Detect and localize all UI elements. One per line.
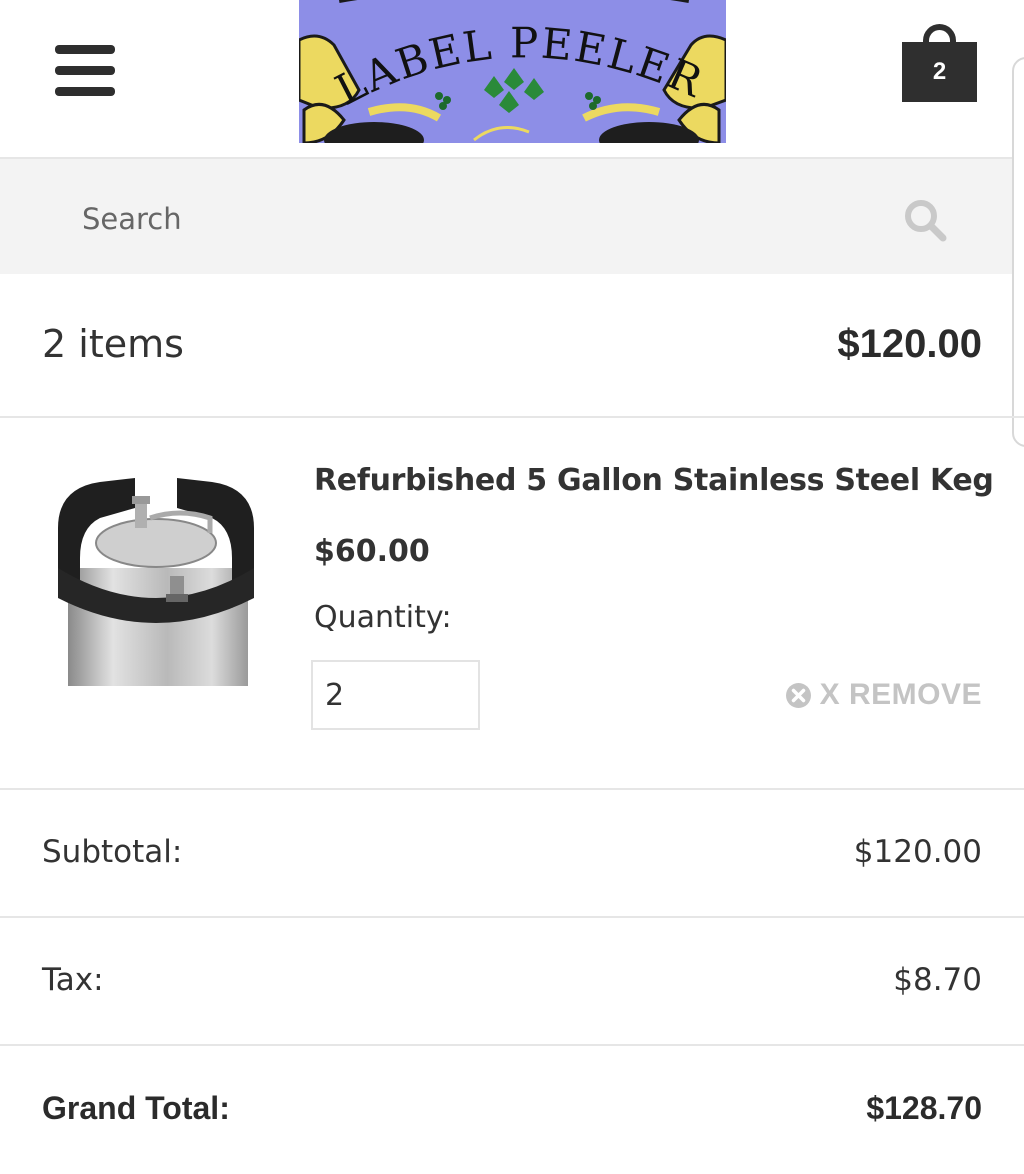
subtotal-value: $120.00 [853,834,982,870]
product-image[interactable] [40,458,272,686]
remove-label: X REMOVE [819,678,982,711]
grand-total-value: $128.70 [866,1090,982,1126]
product-price: $60.00 [314,534,430,569]
search-input[interactable] [82,199,782,239]
tax-row: Tax: $8.70 [0,918,1024,1046]
subtotal-label: Subtotal: [42,834,183,870]
cart-line-item: Refurbished 5 Gallon Stainless Steel Keg… [0,418,1024,790]
remove-circle-icon [785,682,811,708]
cart-total: $120.00 [837,322,982,366]
store-logo[interactable]: LABEL PEELERS [299,0,726,143]
quantity-input[interactable] [311,660,480,730]
search-icon[interactable] [902,197,948,243]
grand-total-label: Grand Total: [42,1090,230,1126]
menu-icon[interactable] [55,45,115,97]
search-bar [0,157,1012,274]
items-count: 2 items [42,322,184,366]
cart-count-badge: 2 [902,42,977,102]
remove-button[interactable]: X REMOVE [785,678,982,712]
tax-label: Tax: [42,962,104,998]
tax-value: $8.70 [893,962,982,998]
shopping-bag-button[interactable]: 2 [902,24,977,102]
grand-total-row: Grand Total: $128.70 [0,1046,1024,1174]
quantity-label: Quantity: [314,600,452,635]
cart-summary: 2 items $120.00 [0,274,1024,418]
subtotal-row: Subtotal: $120.00 [0,790,1024,918]
product-name[interactable]: Refurbished 5 Gallon Stainless Steel Keg [314,463,994,498]
header: LABEL PEELERS 2 [0,0,1024,157]
